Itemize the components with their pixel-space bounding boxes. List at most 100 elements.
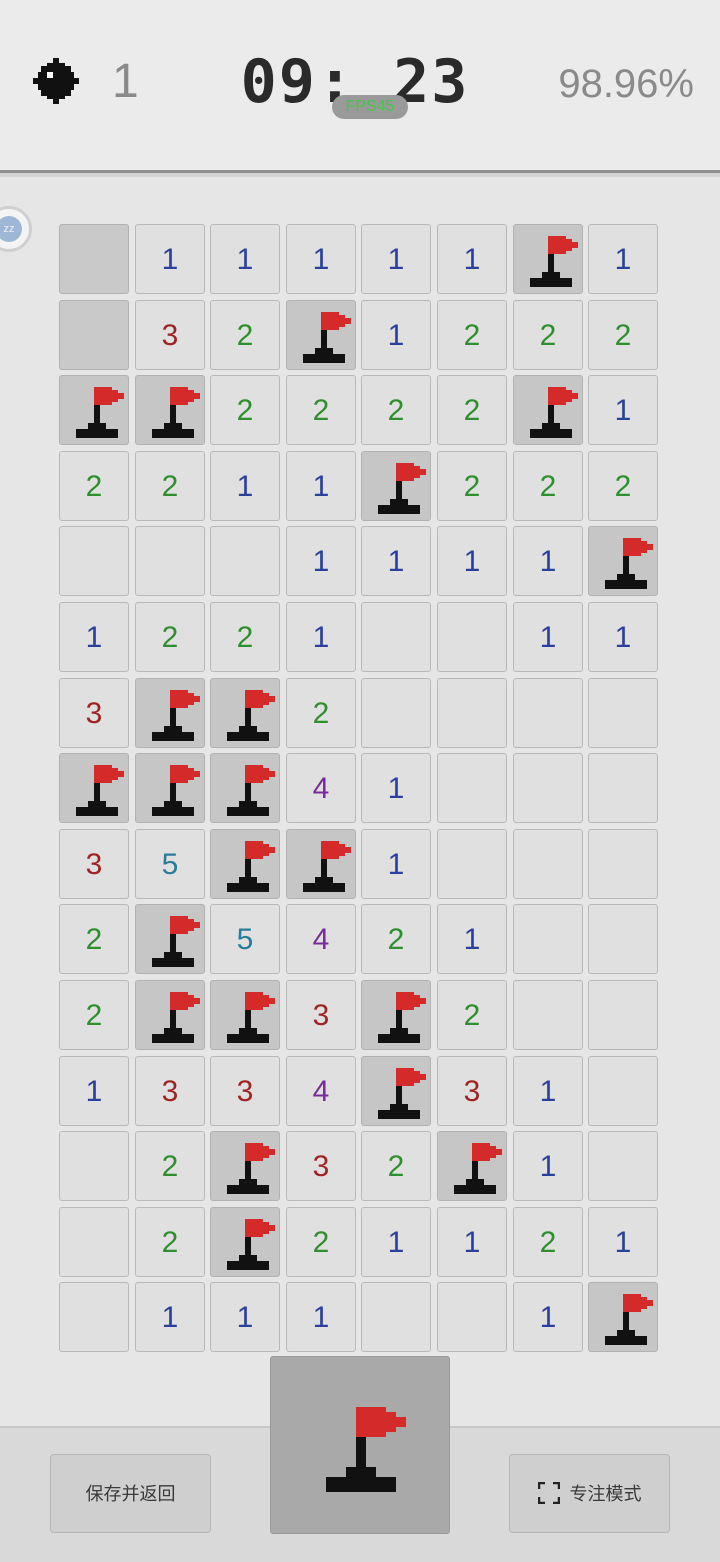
flagged-cell[interactable] [361,980,431,1050]
number-cell[interactable]: 2 [59,904,129,974]
flagged-cell[interactable] [210,678,280,748]
empty-cell[interactable] [59,1282,129,1352]
number-cell[interactable]: 1 [588,224,658,294]
empty-cell[interactable] [361,678,431,748]
number-cell[interactable]: 2 [437,300,507,370]
flagged-cell[interactable] [361,1056,431,1126]
empty-cell[interactable] [437,1282,507,1352]
save-and-return-button[interactable]: 保存并返回 [50,1454,211,1533]
number-cell[interactable]: 1 [513,602,583,672]
number-cell[interactable]: 1 [286,451,356,521]
number-cell[interactable]: 3 [59,829,129,899]
number-cell[interactable]: 5 [135,829,205,899]
number-cell[interactable]: 1 [513,526,583,596]
flagged-cell[interactable] [513,375,583,445]
number-cell[interactable]: 1 [588,602,658,672]
empty-cell[interactable] [588,1056,658,1126]
flagged-cell[interactable] [135,904,205,974]
number-cell[interactable]: 2 [135,451,205,521]
empty-cell[interactable] [588,980,658,1050]
number-cell[interactable]: 1 [588,1207,658,1277]
flagged-cell[interactable] [135,678,205,748]
flagged-cell[interactable] [135,375,205,445]
empty-cell[interactable] [437,678,507,748]
empty-cell[interactable] [59,1131,129,1201]
number-cell[interactable]: 1 [135,224,205,294]
flagged-cell[interactable] [361,451,431,521]
number-cell[interactable]: 1 [588,375,658,445]
number-cell[interactable]: 2 [210,300,280,370]
number-cell[interactable]: 1 [286,602,356,672]
number-cell[interactable]: 4 [286,904,356,974]
unrevealed-cell[interactable] [59,300,129,370]
flagged-cell[interactable] [210,829,280,899]
number-cell[interactable]: 1 [59,602,129,672]
number-cell[interactable]: 3 [135,1056,205,1126]
empty-cell[interactable] [513,678,583,748]
number-cell[interactable]: 2 [286,1207,356,1277]
number-cell[interactable]: 3 [59,678,129,748]
number-cell[interactable]: 1 [513,1056,583,1126]
number-cell[interactable]: 2 [59,980,129,1050]
number-cell[interactable]: 2 [210,375,280,445]
number-cell[interactable]: 1 [361,224,431,294]
number-cell[interactable]: 2 [135,1207,205,1277]
empty-cell[interactable] [210,526,280,596]
flagged-cell[interactable] [210,980,280,1050]
number-cell[interactable]: 2 [361,375,431,445]
flagged-cell[interactable] [513,224,583,294]
empty-cell[interactable] [361,1282,431,1352]
number-cell[interactable]: 2 [286,678,356,748]
number-cell[interactable]: 5 [210,904,280,974]
flagged-cell[interactable] [588,1282,658,1352]
flagged-cell[interactable] [135,980,205,1050]
number-cell[interactable]: 4 [286,1056,356,1126]
number-cell[interactable]: 1 [513,1131,583,1201]
number-cell[interactable]: 2 [135,602,205,672]
flagged-cell[interactable] [210,1207,280,1277]
flagged-cell[interactable] [286,300,356,370]
flagged-cell[interactable] [135,753,205,823]
unrevealed-cell[interactable] [59,224,129,294]
empty-cell[interactable] [361,602,431,672]
empty-cell[interactable] [437,829,507,899]
empty-cell[interactable] [437,602,507,672]
number-cell[interactable]: 2 [286,375,356,445]
number-cell[interactable]: 1 [59,1056,129,1126]
flagged-cell[interactable] [59,753,129,823]
number-cell[interactable]: 1 [210,451,280,521]
number-cell[interactable]: 1 [513,1282,583,1352]
number-cell[interactable]: 2 [588,451,658,521]
number-cell[interactable]: 2 [210,602,280,672]
number-cell[interactable]: 2 [437,980,507,1050]
number-cell[interactable]: 1 [286,224,356,294]
number-cell[interactable]: 1 [210,1282,280,1352]
number-cell[interactable]: 1 [361,526,431,596]
empty-cell[interactable] [513,980,583,1050]
number-cell[interactable]: 2 [59,451,129,521]
number-cell[interactable]: 1 [286,526,356,596]
number-cell[interactable]: 2 [361,1131,431,1201]
number-cell[interactable]: 3 [135,300,205,370]
empty-cell[interactable] [588,904,658,974]
number-cell[interactable]: 3 [286,1131,356,1201]
number-cell[interactable]: 1 [437,1207,507,1277]
empty-cell[interactable] [588,678,658,748]
number-cell[interactable]: 2 [135,1131,205,1201]
flagged-cell[interactable] [59,375,129,445]
number-cell[interactable]: 2 [513,451,583,521]
number-cell[interactable]: 1 [210,224,280,294]
empty-cell[interactable] [513,829,583,899]
empty-cell[interactable] [588,753,658,823]
flagged-cell[interactable] [210,1131,280,1201]
number-cell[interactable]: 2 [437,451,507,521]
flagged-cell[interactable] [588,526,658,596]
number-cell[interactable]: 3 [210,1056,280,1126]
number-cell[interactable]: 3 [437,1056,507,1126]
empty-cell[interactable] [588,829,658,899]
number-cell[interactable]: 1 [361,829,431,899]
number-cell[interactable]: 2 [513,1207,583,1277]
empty-cell[interactable] [135,526,205,596]
number-cell[interactable]: 4 [286,753,356,823]
number-cell[interactable]: 2 [513,300,583,370]
